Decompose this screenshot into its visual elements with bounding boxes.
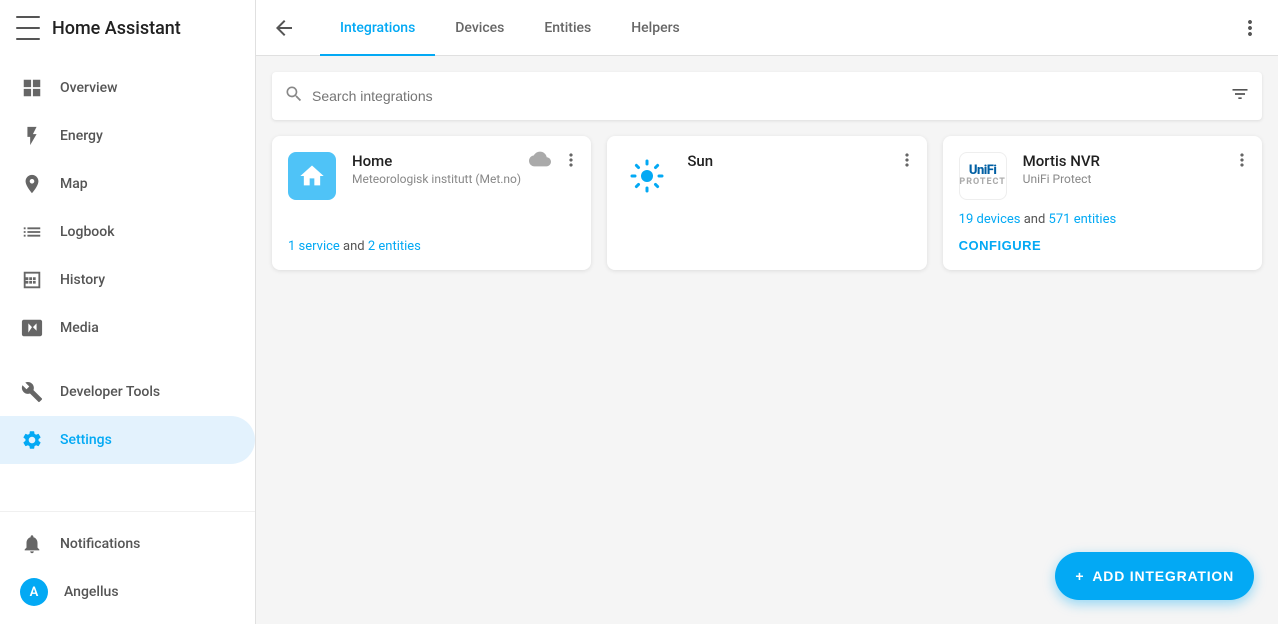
sun-logo bbox=[623, 152, 671, 200]
card-info: Sun bbox=[687, 152, 910, 172]
energy-icon bbox=[20, 124, 44, 148]
content-area: Home Meteorologisk institutt (Met.no) 1 … bbox=[256, 56, 1278, 624]
integration-card-sun: Sun bbox=[607, 136, 926, 270]
cloud-icon bbox=[529, 148, 551, 175]
fab-label: ADD INTEGRATION bbox=[1092, 568, 1234, 584]
integrations-grid: Home Meteorologisk institutt (Met.no) 1 … bbox=[272, 136, 1262, 270]
sidebar-item-map[interactable]: Map bbox=[0, 160, 255, 208]
bell-icon bbox=[20, 532, 44, 556]
sidebar-item-overview[interactable]: Overview bbox=[0, 64, 255, 112]
sidebar-header: Home Assistant bbox=[0, 0, 255, 56]
sidebar-item-media[interactable]: Media bbox=[0, 304, 255, 352]
search-input[interactable] bbox=[312, 88, 1222, 104]
menu-icon[interactable] bbox=[16, 16, 40, 40]
developer-tools-icon bbox=[20, 380, 44, 404]
sidebar-item-label: History bbox=[60, 272, 105, 288]
add-integration-button[interactable]: + ADD INTEGRATION bbox=[1055, 552, 1254, 600]
card-more-button[interactable] bbox=[891, 144, 923, 176]
integration-card-home: Home Meteorologisk institutt (Met.no) 1 … bbox=[272, 136, 591, 270]
home-logo bbox=[288, 152, 336, 200]
tab-entities[interactable]: Entities bbox=[524, 1, 611, 56]
sidebar-item-label: Map bbox=[60, 176, 88, 192]
entities-link[interactable]: 2 entities bbox=[368, 239, 421, 254]
sidebar-item-label: Angellus bbox=[64, 584, 119, 600]
tab-integrations[interactable]: Integrations bbox=[320, 1, 435, 56]
sidebar-bottom: Notifications A Angellus bbox=[0, 511, 255, 624]
configure-button[interactable]: CONFIGURE bbox=[959, 238, 1042, 253]
topbar-tabs: Integrations Devices Entities Helpers bbox=[312, 0, 1222, 55]
sidebar-item-energy[interactable]: Energy bbox=[0, 112, 255, 160]
avatar: A bbox=[20, 578, 48, 606]
back-button[interactable] bbox=[264, 8, 304, 48]
history-icon bbox=[20, 268, 44, 292]
card-more-button[interactable] bbox=[1226, 144, 1258, 176]
entities-link[interactable]: 571 entities bbox=[1049, 212, 1117, 227]
sidebar-item-label: Energy bbox=[60, 128, 103, 144]
card-header: Sun bbox=[623, 152, 910, 200]
sidebar-item-settings[interactable]: Settings bbox=[0, 416, 255, 464]
sidebar-item-label: Notifications bbox=[60, 536, 140, 552]
card-links: 1 service and 2 entities bbox=[288, 239, 575, 254]
sidebar-item-label: Logbook bbox=[60, 224, 115, 240]
sidebar-item-developer-tools[interactable]: Developer Tools bbox=[0, 368, 255, 416]
app-title: Home Assistant bbox=[52, 18, 181, 39]
overview-icon bbox=[20, 76, 44, 100]
tab-helpers[interactable]: Helpers bbox=[611, 1, 700, 56]
integration-title: Sun bbox=[687, 152, 910, 170]
main-content: Integrations Devices Entities Helpers bbox=[256, 0, 1278, 624]
topbar-more-button[interactable] bbox=[1230, 8, 1270, 48]
search-bar bbox=[272, 72, 1262, 120]
integration-subtitle: UniFi Protect bbox=[1023, 172, 1246, 186]
service-link[interactable]: 1 service bbox=[288, 239, 340, 254]
integration-title: Mortis NVR bbox=[1023, 152, 1246, 170]
sidebar-item-notifications[interactable]: Notifications bbox=[0, 520, 255, 568]
card-header: UniFi PROTECT Mortis NVR UniFi Protect bbox=[959, 152, 1246, 200]
card-more-button[interactable] bbox=[555, 144, 587, 176]
settings-icon bbox=[20, 428, 44, 452]
filter-icon[interactable] bbox=[1230, 84, 1250, 108]
sidebar-item-label: Settings bbox=[60, 432, 112, 448]
map-icon bbox=[20, 172, 44, 196]
sidebar-item-logbook[interactable]: Logbook bbox=[0, 208, 255, 256]
sidebar-item-label: Developer Tools bbox=[60, 384, 160, 400]
logbook-icon bbox=[20, 220, 44, 244]
sidebar: Home Assistant Overview Energy Map bbox=[0, 0, 256, 624]
media-icon bbox=[20, 316, 44, 340]
sidebar-item-history[interactable]: History bbox=[0, 256, 255, 304]
card-links: 19 devices and 571 entities bbox=[959, 212, 1246, 227]
sidebar-item-label: Media bbox=[60, 320, 99, 336]
fab-plus-icon: + bbox=[1075, 568, 1084, 584]
card-configure: CONFIGURE bbox=[959, 235, 1246, 254]
unifi-logo: UniFi PROTECT bbox=[959, 152, 1007, 200]
devices-link[interactable]: 19 devices bbox=[959, 212, 1021, 227]
card-info: Mortis NVR UniFi Protect bbox=[1023, 152, 1246, 186]
sidebar-item-user[interactable]: A Angellus bbox=[0, 568, 255, 616]
integration-card-mortis-nvr: UniFi PROTECT Mortis NVR UniFi Protect 1… bbox=[943, 136, 1262, 270]
sidebar-item-label: Overview bbox=[60, 80, 117, 96]
tab-devices[interactable]: Devices bbox=[435, 1, 524, 56]
sidebar-nav: Overview Energy Map Logbook bbox=[0, 56, 255, 511]
search-icon bbox=[284, 84, 304, 108]
topbar: Integrations Devices Entities Helpers bbox=[256, 0, 1278, 56]
